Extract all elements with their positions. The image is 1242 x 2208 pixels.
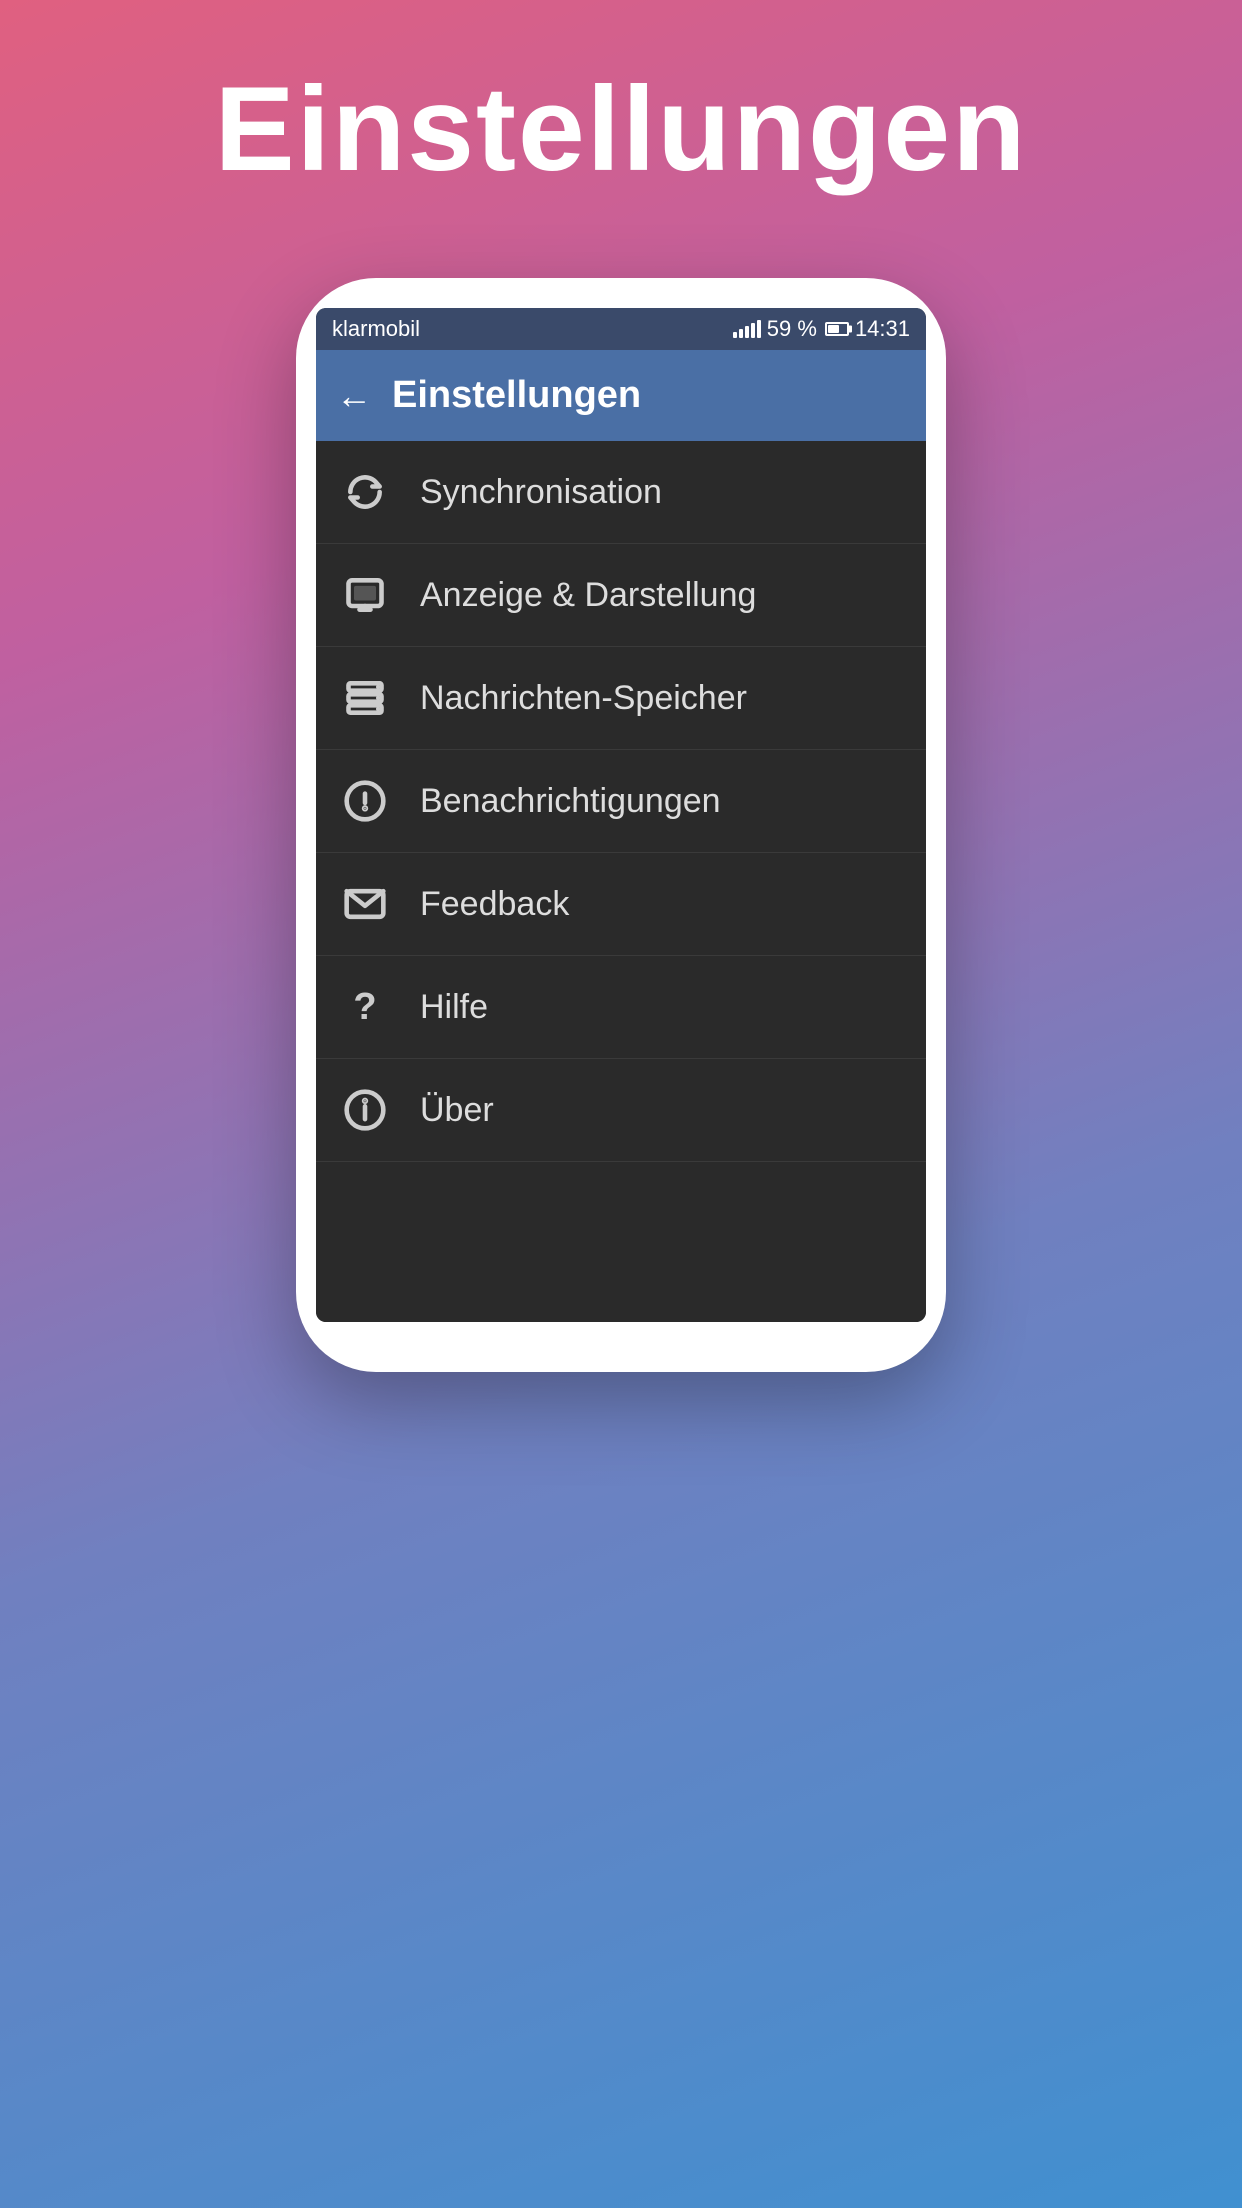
time-label: 14:31 (855, 316, 910, 342)
menu-label-nachrichten: Nachrichten-Speicher (420, 679, 747, 718)
status-bar: klarmobil 59 % 14:31 (316, 308, 926, 350)
carrier-label: klarmobil (332, 316, 420, 342)
phone-frame: klarmobil 59 % 14:31 ← Einstellungen (296, 278, 946, 1372)
app-header: ← Einstellungen (316, 350, 926, 441)
menu-item-synchronisation[interactable]: Synchronisation (316, 441, 926, 544)
menu-item-anzeige[interactable]: Anzeige & Darstellung (316, 544, 926, 647)
menu-item-hilfe[interactable]: ? Hilfe (316, 956, 926, 1059)
menu-list: Synchronisation Anzeige & Darstellung (316, 441, 926, 1162)
info-icon (340, 1085, 390, 1135)
storage-icon (340, 673, 390, 723)
signal-icon (733, 320, 761, 338)
battery-icon (825, 322, 849, 336)
signal-percent: 59 % (767, 316, 817, 342)
help-icon: ? (340, 982, 390, 1032)
display-icon (340, 570, 390, 620)
mail-icon (340, 879, 390, 929)
status-bar-right: 59 % 14:31 (733, 316, 910, 342)
menu-item-ueber[interactable]: Über (316, 1059, 926, 1162)
alert-icon (340, 776, 390, 826)
menu-label-synchronisation: Synchronisation (420, 473, 662, 512)
menu-label-hilfe: Hilfe (420, 988, 488, 1027)
menu-label-ueber: Über (420, 1091, 494, 1130)
menu-item-nachrichten[interactable]: Nachrichten-Speicher (316, 647, 926, 750)
menu-item-benachrichtigungen[interactable]: Benachrichtigungen (316, 750, 926, 853)
empty-area (316, 1162, 926, 1322)
menu-label-benachrichtigungen: Benachrichtigungen (420, 782, 721, 821)
phone-screen: klarmobil 59 % 14:31 ← Einstellungen (316, 308, 926, 1322)
header-title: Einstellungen (392, 374, 641, 417)
menu-label-anzeige: Anzeige & Darstellung (420, 576, 756, 615)
menu-item-feedback[interactable]: Feedback (316, 853, 926, 956)
sync-icon (340, 467, 390, 517)
menu-label-feedback: Feedback (420, 885, 569, 924)
page-title: Einstellungen (215, 60, 1028, 198)
back-button[interactable]: ← (336, 375, 372, 417)
